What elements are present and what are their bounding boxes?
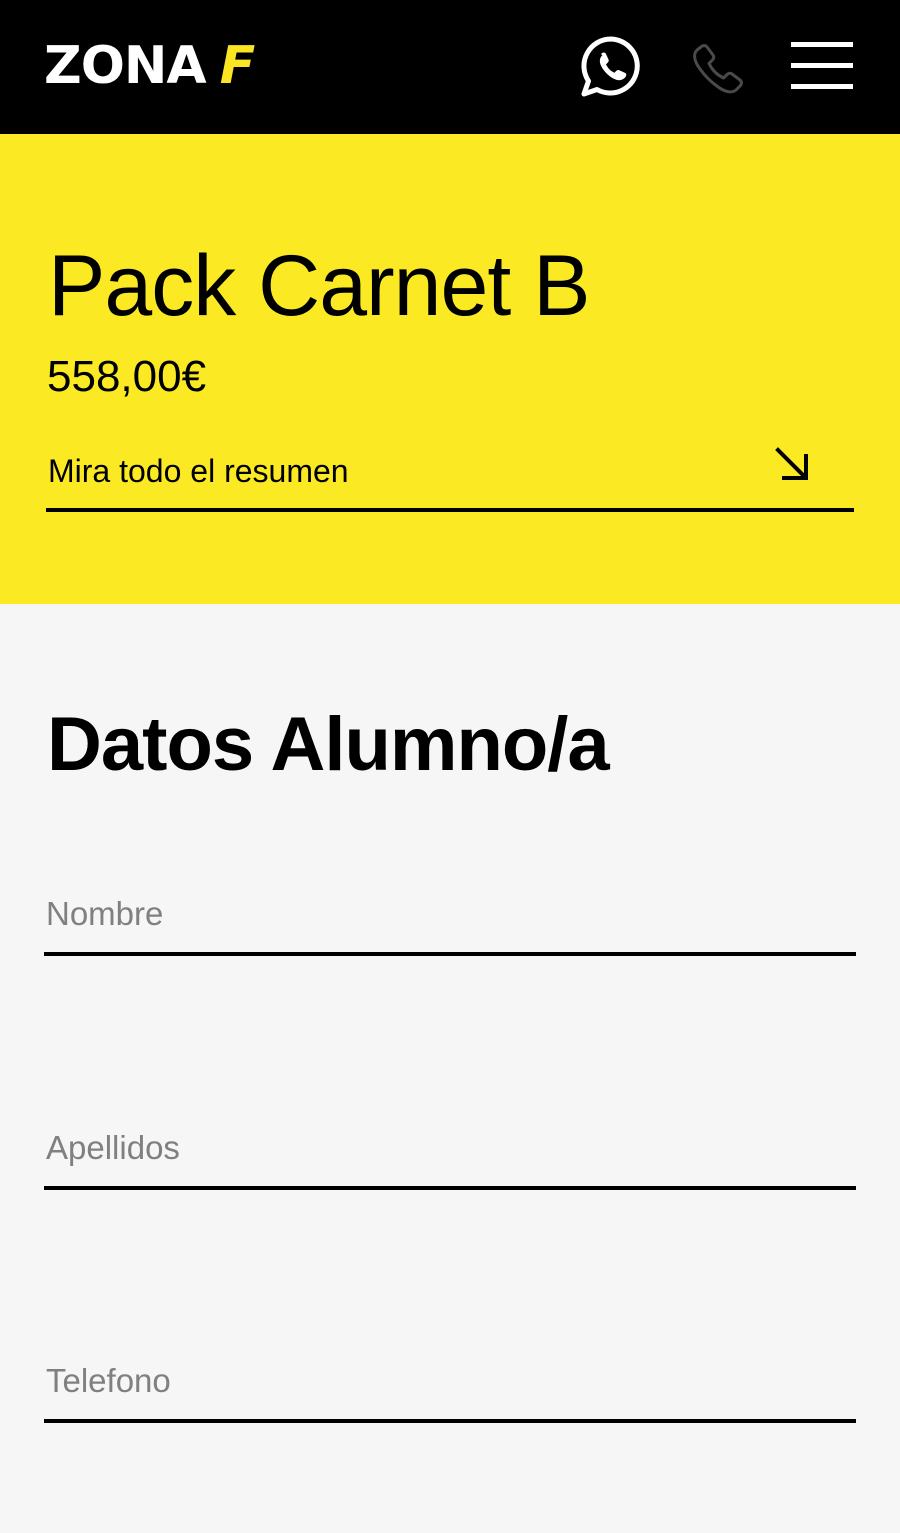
- nombre-input[interactable]: [44, 876, 856, 952]
- telefono-input[interactable]: [44, 1343, 856, 1419]
- hamburger-menu-button[interactable]: [788, 42, 856, 90]
- nombre-field: [44, 876, 856, 956]
- logo-text-main: ZONA: [44, 36, 207, 96]
- zona-f-logo[interactable]: ZONA F: [44, 36, 256, 96]
- arrow-down-right-icon: [775, 447, 808, 480]
- whatsapp-icon: [581, 36, 640, 97]
- logo-text-accent: F: [219, 36, 256, 96]
- view-summary-link[interactable]: Mira todo el resumen: [46, 446, 854, 512]
- phone-button[interactable]: [688, 40, 748, 100]
- telefono-field: [44, 1343, 856, 1423]
- phone-icon: [693, 44, 743, 94]
- apellidos-input[interactable]: [44, 1110, 856, 1186]
- pack-price: 558,00€: [47, 352, 207, 401]
- whatsapp-button[interactable]: [578, 34, 644, 100]
- pack-summary: Pack Carnet B 558,00€ Mira todo el resum…: [0, 134, 900, 604]
- apellidos-field: [44, 1110, 856, 1190]
- view-summary-label: Mira todo el resumen: [48, 453, 349, 489]
- student-data-title: Datos Alumno/a: [47, 702, 610, 787]
- pack-title: Pack Carnet B: [48, 238, 590, 334]
- top-header: ZONA F: [0, 0, 900, 134]
